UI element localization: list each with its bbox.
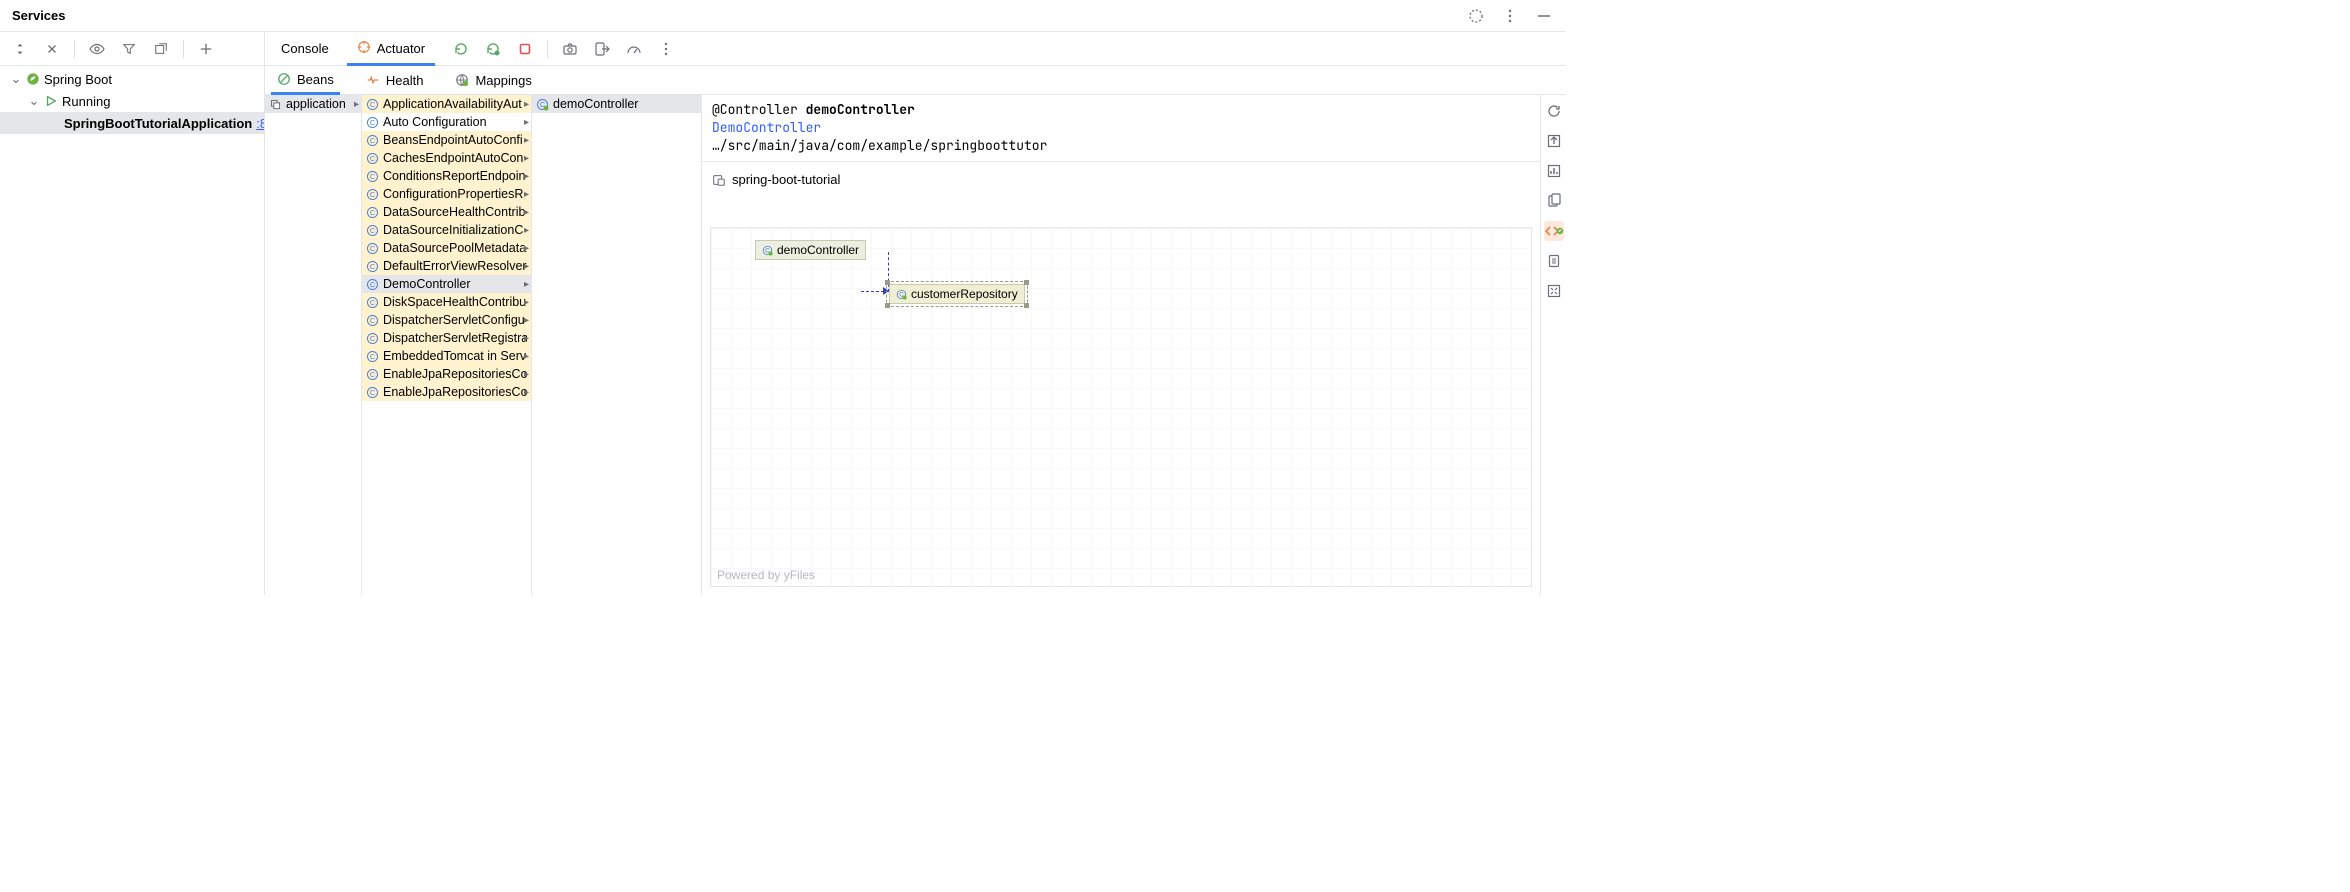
expand-collapse-icon[interactable] [10, 39, 30, 59]
bean-list-item[interactable]: DataSourceHealthContrib▸ [362, 203, 531, 221]
chevron-right-icon: ▸ [524, 99, 529, 110]
diagram-node-customerRepository[interactable]: customerRepository [889, 284, 1025, 304]
bean-list-item[interactable]: EnableJpaRepositoriesCo▸ [362, 383, 531, 401]
copy-icon[interactable] [1544, 191, 1564, 211]
tree-node-label: Running [62, 94, 110, 109]
bean-instance-demoController[interactable]: demoController [532, 95, 701, 113]
bean-list-item[interactable]: DataSourceInitializationC▸ [362, 221, 531, 239]
subtab-health[interactable]: Health [360, 66, 430, 94]
diagram-view-icon[interactable] [1544, 161, 1564, 181]
context-application[interactable]: application ▸ [265, 95, 361, 113]
loading-indicator-icon [1466, 6, 1486, 26]
rerun-icon[interactable] [451, 39, 471, 59]
bean-list-item[interactable]: BeansEndpointAutoConfi▸ [362, 131, 531, 149]
hide-tool-window-icon[interactable] [1534, 6, 1554, 26]
chevron-right-icon: ▸ [524, 315, 529, 326]
tree-node-label: SpringBootTutorialApplication [64, 116, 252, 131]
tree-node-label: Spring Boot [44, 72, 112, 87]
documentation-icon[interactable] [1544, 251, 1564, 271]
fit-content-icon[interactable] [1544, 281, 1564, 301]
tab-console[interactable]: Console [271, 32, 339, 66]
application-port[interactable]: :8 [256, 116, 264, 131]
chevron-down-icon: ⌄ [10, 71, 22, 87]
chevron-right-icon: ▸ [524, 225, 529, 236]
bean-list-item[interactable]: DefaultErrorViewResolver▸ [362, 257, 531, 275]
bean-list-item[interactable]: CachesEndpointAutoCon▸ [362, 149, 531, 167]
chevron-right-icon: ▸ [524, 171, 529, 182]
chevron-right-icon: ▸ [524, 207, 529, 218]
tree-node-running[interactable]: ⌄ Running [0, 90, 264, 112]
close-icon[interactable] [42, 39, 62, 59]
tool-window-options-icon[interactable] [1500, 6, 1520, 26]
navigate-up-icon[interactable] [1544, 131, 1564, 151]
bean-list-item[interactable]: DispatcherServletConfigu▸ [362, 311, 531, 329]
chevron-right-icon: ▸ [524, 369, 529, 380]
tree-node-application[interactable]: SpringBootTutorialApplication :8 [0, 112, 264, 134]
subtab-beans[interactable]: Beans [271, 67, 340, 95]
diagram-node-demoController[interactable]: demoController [755, 240, 866, 260]
subtab-mappings[interactable]: Mappings [449, 66, 537, 94]
tab-actuator[interactable]: Actuator [347, 32, 435, 66]
chevron-right-icon: ▸ [524, 279, 529, 290]
chevron-right-icon: ▸ [524, 351, 529, 362]
bean-detail-header: @Controller demoController DemoControlle… [702, 95, 1540, 162]
show-icon[interactable] [87, 39, 107, 59]
dependency-diagram[interactable]: demoController customerRepository Powere… [710, 227, 1532, 587]
chevron-right-icon: ▸ [524, 387, 529, 398]
performance-icon[interactable] [624, 39, 644, 59]
chevron-right-icon: ▸ [524, 243, 529, 254]
bean-list-item[interactable]: DispatcherServletRegistra▸ [362, 329, 531, 347]
chevron-right-icon: ▸ [524, 333, 529, 344]
bean-list-item[interactable]: ConfigurationPropertiesR▸ [362, 185, 531, 203]
chevron-right-icon: ▸ [524, 153, 529, 164]
thread-dump-icon[interactable] [560, 39, 580, 59]
tree-node-spring-boot[interactable]: ⌄ Spring Boot [0, 68, 264, 90]
add-service-icon[interactable] [196, 39, 216, 59]
bean-list-item[interactable]: ApplicationAvailabilityAut▸ [362, 95, 531, 113]
refresh-icon[interactable] [1544, 101, 1564, 121]
bean-type-link[interactable]: DemoController [712, 119, 821, 136]
open-new-window-icon[interactable] [151, 39, 171, 59]
module-link[interactable]: spring-boot-tutorial [702, 162, 1540, 187]
bean-list-item[interactable]: EnableJpaRepositoriesCo▸ [362, 365, 531, 383]
bean-list-item[interactable]: DataSourcePoolMetadata▸ [362, 239, 531, 257]
source-view-icon[interactable] [1544, 221, 1564, 241]
bean-list-item[interactable]: Auto Configuration▸ [362, 113, 531, 131]
stop-icon[interactable] [515, 39, 535, 59]
filter-icon[interactable] [119, 39, 139, 59]
rerun-update-icon[interactable] [483, 39, 503, 59]
bean-list-item[interactable]: EmbeddedTomcat in Serv▸ [362, 347, 531, 365]
bean-list-item[interactable]: DemoController▸ [362, 275, 531, 293]
chevron-right-icon: ▸ [524, 297, 529, 308]
chevron-right-icon: ▸ [524, 135, 529, 146]
chevron-right-icon: ▸ [524, 261, 529, 272]
exit-icon[interactable] [592, 39, 612, 59]
chevron-right-icon: ▸ [354, 99, 359, 110]
diagram-credit: Powered by yFiles [717, 568, 815, 582]
chevron-right-icon: ▸ [524, 117, 529, 128]
chevron-down-icon: ⌄ [28, 93, 40, 109]
chevron-right-icon: ▸ [524, 189, 529, 200]
tool-window-title: Services [12, 8, 66, 23]
more-options-icon[interactable] [656, 39, 676, 59]
bean-list-item[interactable]: ConditionsReportEndpoin▸ [362, 167, 531, 185]
bean-list-item[interactable]: DiskSpaceHealthContribu▸ [362, 293, 531, 311]
